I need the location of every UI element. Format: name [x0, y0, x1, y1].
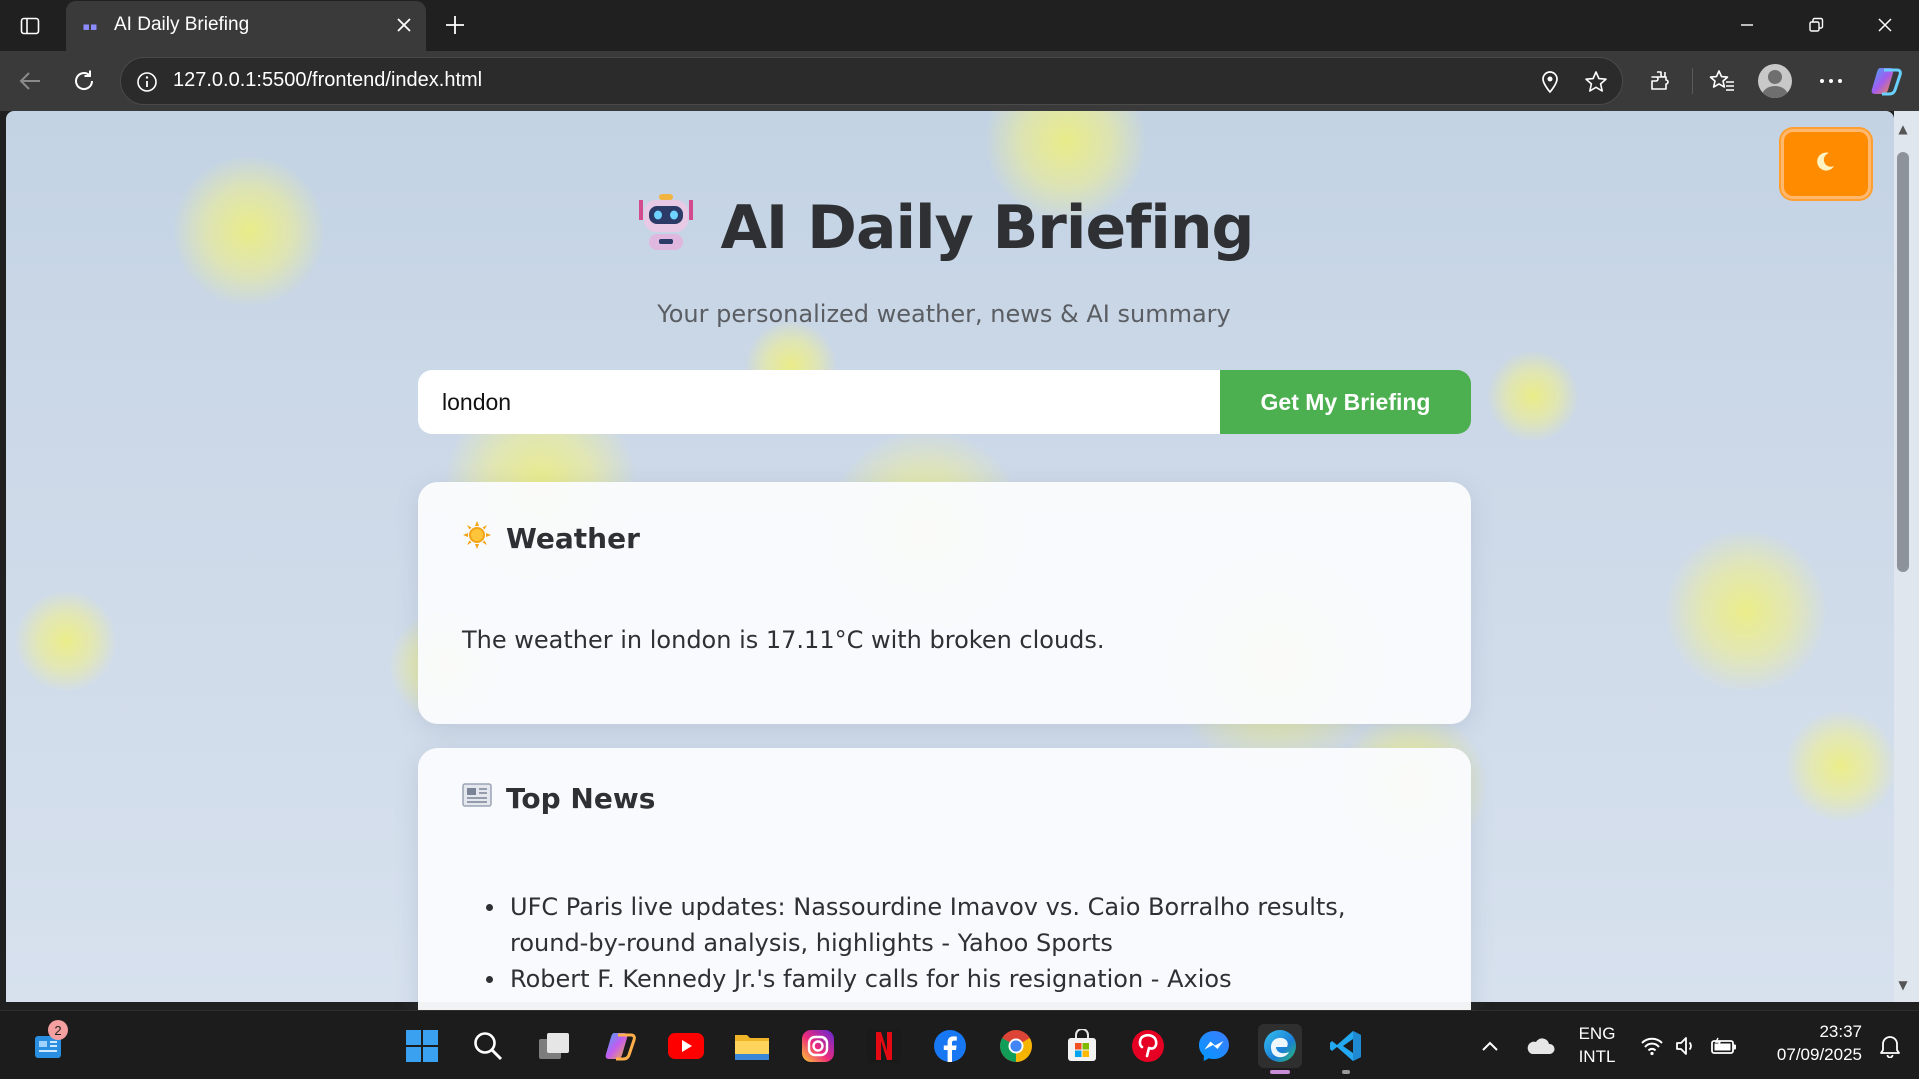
tab-favicon-icon: ▪▪ [82, 19, 98, 33]
tab-title: AI Daily Briefing [114, 14, 250, 35]
decorative-blob [1488, 351, 1578, 441]
file-explorer-icon[interactable] [730, 1024, 774, 1068]
weather-summary: The weather in london is 17.11°C with br… [462, 626, 1105, 654]
new-tab-icon[interactable] [440, 10, 470, 40]
edge-active-indicator [1270, 1070, 1290, 1074]
address-bar[interactable]: 127.0.0.1:5500/frontend/index.html [120, 57, 1623, 105]
scroll-up-icon[interactable]: ▲ [1894, 120, 1912, 138]
scroll-down-icon[interactable]: ▼ [1894, 976, 1912, 994]
decorative-blob [16, 591, 116, 691]
location-pin-icon[interactable] [1537, 69, 1563, 95]
battery-icon[interactable] [1702, 1024, 1746, 1068]
notifications-icon[interactable] [1868, 1024, 1912, 1068]
search-icon[interactable] [466, 1024, 510, 1068]
toolbar-separator [1692, 68, 1693, 94]
start-icon[interactable] [400, 1024, 444, 1068]
decorative-blob [1786, 711, 1894, 821]
vscode-running-indicator [1342, 1070, 1350, 1074]
close-tab-icon[interactable] [392, 13, 416, 37]
sidebar-toggle-icon[interactable] [14, 10, 46, 42]
theme-toggle-button[interactable] [1781, 129, 1871, 199]
news-heading-text: Top News [506, 782, 656, 815]
restore-icon[interactable] [1789, 8, 1843, 42]
more-options-icon[interactable] [1811, 62, 1851, 100]
browser-titlebar: ▪▪ AI Daily Briefing [0, 0, 1919, 51]
scroll-thumb[interactable] [1897, 152, 1909, 572]
browser-tab[interactable]: ▪▪ AI Daily Briefing [66, 1, 426, 51]
profile-avatar[interactable] [1758, 64, 1792, 98]
reload-icon[interactable] [64, 63, 104, 99]
show-hidden-icons-icon[interactable] [1468, 1024, 1512, 1068]
close-window-icon[interactable] [1858, 8, 1912, 42]
site-info-icon[interactable] [135, 70, 159, 94]
messenger-icon[interactable] [1192, 1024, 1236, 1068]
weather-heading-text: Weather [506, 522, 640, 555]
get-briefing-button[interactable]: Get My Briefing [1220, 370, 1471, 434]
news-item[interactable]: Robert F. Kennedy Jr.'s family calls for… [486, 961, 1386, 997]
clock-date[interactable]: 07/09/2025 [1752, 1045, 1862, 1065]
page-title: AI Daily Briefing [0, 190, 1888, 267]
weather-card: Weather The weather in london is 17.11°C… [418, 482, 1471, 724]
widgets-badge: 2 [48, 1020, 68, 1040]
newspaper-icon [462, 782, 492, 815]
clock-time[interactable]: 23:37 [1752, 1022, 1862, 1042]
minimize-icon[interactable] [1720, 8, 1774, 42]
pinterest-icon[interactable] [1126, 1024, 1170, 1068]
page-subtitle: Your personalized weather, news & AI sum… [657, 300, 1231, 328]
chrome-icon[interactable] [994, 1024, 1038, 1068]
facebook-icon[interactable] [928, 1024, 972, 1068]
news-item[interactable]: UFC Paris live updates: Nassourdine Imav… [486, 889, 1386, 961]
instagram-icon[interactable] [796, 1024, 840, 1068]
favorite-star-icon[interactable] [1583, 69, 1609, 95]
favorites-icon[interactable] [1702, 62, 1742, 100]
task-view-icon[interactable] [532, 1024, 576, 1068]
keyboard-layout-indicator[interactable]: INTL [1574, 1047, 1620, 1067]
decorative-blob [1666, 531, 1826, 691]
sun-icon [462, 520, 492, 557]
copilot-app-icon[interactable] [598, 1024, 642, 1068]
news-list: UFC Paris live updates: Nassourdine Imav… [486, 889, 1386, 997]
news-card: Top News UFC Paris live updates: Nassour… [418, 748, 1471, 1048]
edge-icon[interactable] [1258, 1024, 1302, 1068]
language-indicator[interactable]: ENG [1574, 1024, 1620, 1044]
youtube-icon[interactable] [664, 1024, 708, 1068]
back-icon[interactable] [10, 63, 50, 99]
copilot-icon[interactable] [1866, 62, 1906, 100]
onedrive-icon[interactable] [1518, 1024, 1562, 1068]
robot-icon [635, 190, 697, 267]
weather-heading: Weather [462, 520, 640, 557]
url-text[interactable]: 127.0.0.1:5500/frontend/index.html [173, 69, 482, 92]
moon-icon [1815, 150, 1837, 178]
news-heading: Top News [462, 782, 655, 815]
page-title-text: AI Daily Briefing [720, 193, 1255, 263]
city-search-input[interactable] [418, 370, 1220, 434]
extensions-icon[interactable] [1640, 62, 1680, 100]
netflix-icon[interactable] [862, 1024, 906, 1068]
microsoft-store-icon[interactable] [1060, 1024, 1104, 1068]
vscode-icon[interactable] [1324, 1024, 1368, 1068]
